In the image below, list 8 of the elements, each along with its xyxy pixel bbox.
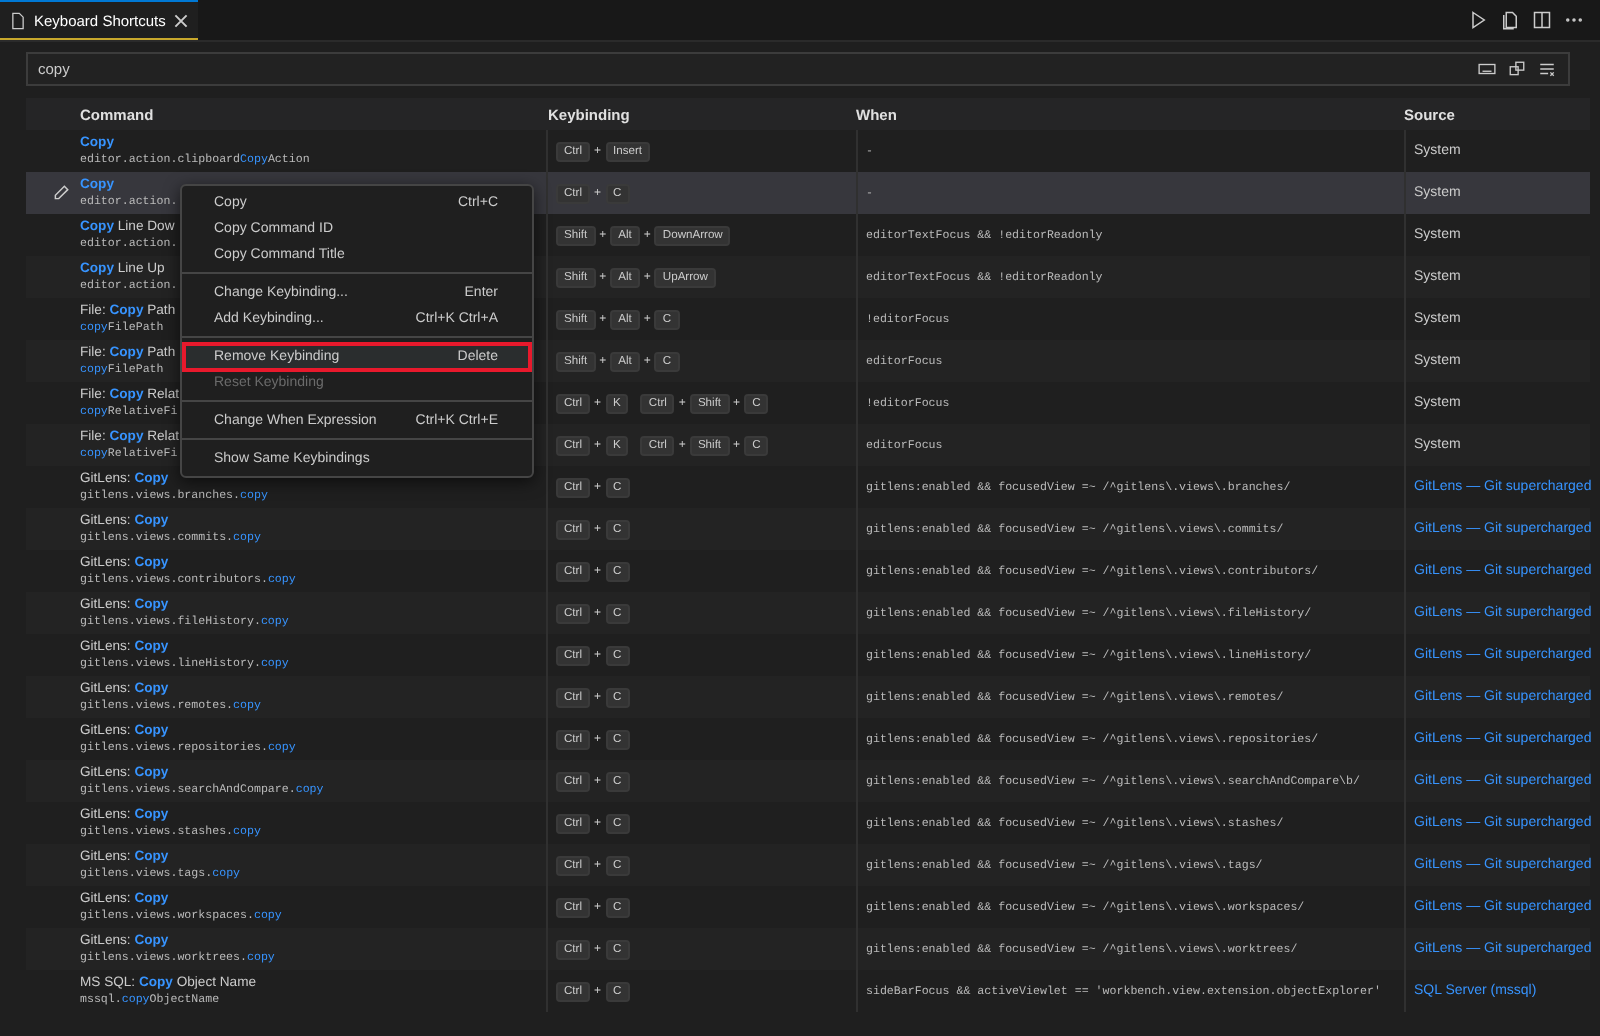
keyboard-icon[interactable] bbox=[1478, 60, 1496, 78]
file-icon bbox=[10, 11, 26, 29]
split-icon[interactable] bbox=[1532, 10, 1552, 30]
close-icon[interactable] bbox=[173, 13, 188, 27]
file-copy-icon[interactable] bbox=[1500, 10, 1520, 30]
pencil-icon[interactable] bbox=[52, 184, 70, 202]
clear-icon[interactable] bbox=[1538, 60, 1556, 78]
play-icon[interactable] bbox=[1468, 10, 1488, 30]
